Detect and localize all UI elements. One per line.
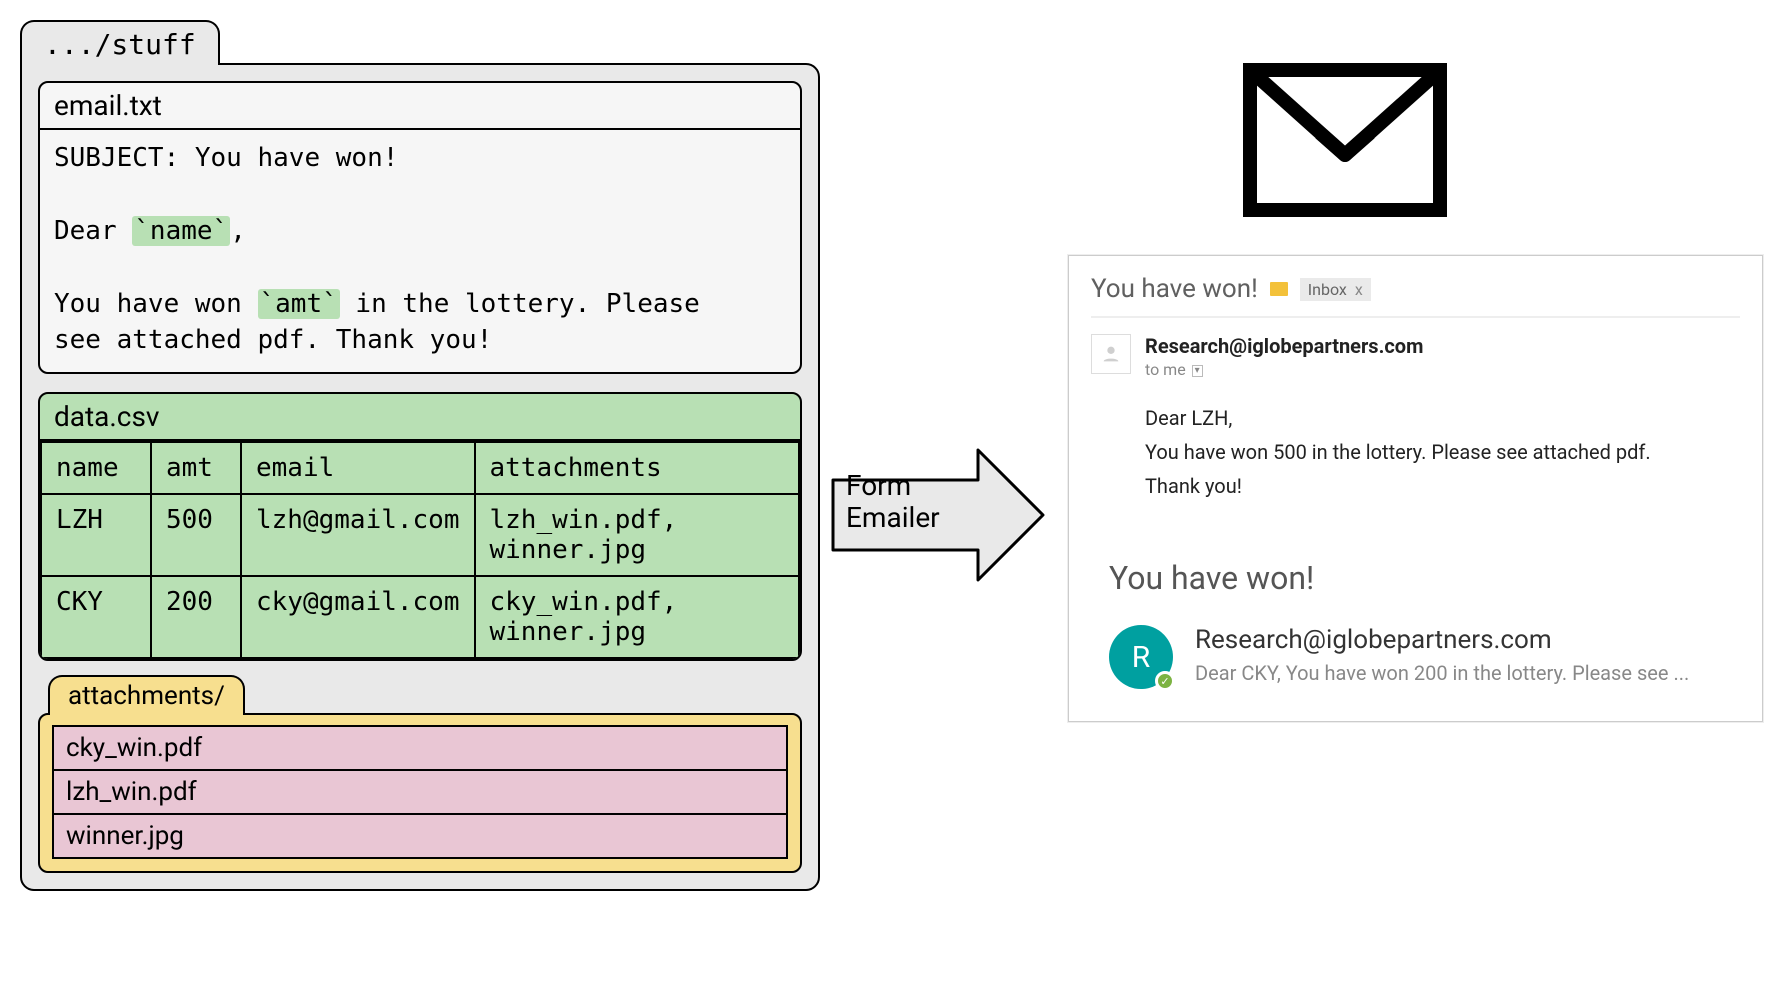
body-line: Dear LZH, [1145, 401, 1740, 435]
body-line: Thank you! [1145, 469, 1740, 503]
subfolder-tab: attachments/ [48, 675, 245, 715]
email-subject: You have won! [1091, 274, 1258, 304]
badge-text: Inbox [1308, 280, 1347, 299]
cell-name: LZH [41, 494, 151, 576]
data-csv-file: data.csv name amt email attachments LZH … [38, 392, 802, 661]
dropdown-icon[interactable]: ▾ [1192, 365, 1203, 377]
label-color-icon [1270, 282, 1288, 296]
file-contents: SUBJECT: You have won! Dear `name`, You … [40, 130, 800, 372]
col-name: name [41, 442, 151, 494]
notif-subject: You have won! [1109, 559, 1736, 597]
amt-placeholder: `amt` [258, 289, 340, 319]
file-name: email.txt [40, 83, 800, 130]
table-row: LZH 500 lzh@gmail.com lzh_win.pdf, winne… [41, 494, 799, 576]
sender-address: Research@iglobepartners.com [1145, 334, 1423, 358]
col-amt: amt [151, 442, 241, 494]
source-folder: .../stuff email.txt SUBJECT: You have wo… [20, 20, 820, 891]
attachment-file: cky_win.pdf [52, 725, 788, 771]
csv-table: name amt email attachments LZH 500 lzh@g… [40, 441, 800, 659]
subfolder-body: cky_win.pdf lzh_win.pdf winner.jpg [38, 713, 802, 873]
close-icon[interactable]: x [1355, 280, 1363, 299]
message-header: Research@iglobepartners.com to me ▾ [1091, 318, 1740, 379]
attachment-file: winner.jpg [52, 815, 788, 859]
notif-preview-text: Dear CKY, You have won 200 in the lotter… [1195, 661, 1689, 685]
avatar-placeholder-icon [1091, 334, 1131, 374]
attachment-file: lzh_win.pdf [52, 771, 788, 815]
second-message-preview: You have won! R ✓ Research@iglobepartner… [1091, 553, 1740, 695]
verified-badge-icon: ✓ [1155, 671, 1175, 691]
greeting-prefix: Dear [54, 216, 132, 246]
cell-attachments: lzh_win.pdf, winner.jpg [475, 494, 800, 576]
greeting-suffix: , [230, 216, 246, 246]
cell-name: CKY [41, 576, 151, 658]
file-name: data.csv [40, 394, 800, 441]
email-client-preview: You have won! Inbox x Research@iglobepar… [1068, 255, 1763, 722]
cell-email: lzh@gmail.com [241, 494, 475, 576]
cell-amt: 500 [151, 494, 241, 576]
message-body: Dear LZH, You have won 500 in the lotter… [1145, 401, 1740, 503]
cell-amt: 200 [151, 576, 241, 658]
attachments-subfolder: attachments/ cky_win.pdf lzh_win.pdf win… [38, 675, 802, 873]
table-row: CKY 200 cky@gmail.com cky_win.pdf, winne… [41, 576, 799, 658]
recipient-line: to me ▾ [1145, 360, 1423, 379]
flow-arrow: Form Emailer [828, 440, 1048, 594]
avatar-icon: R ✓ [1109, 625, 1173, 689]
to-text: to me [1145, 360, 1186, 379]
col-email: email [241, 442, 475, 494]
folder-body: email.txt SUBJECT: You have won! Dear `n… [20, 63, 820, 891]
arrow-label: Form Emailer [846, 470, 940, 534]
body-line: You have won 500 in the lottery. Please … [1145, 435, 1740, 469]
envelope-icon [1240, 60, 1450, 224]
notif-sender: Research@iglobepartners.com [1195, 625, 1689, 655]
subject-line: SUBJECT: You have won! [54, 143, 398, 173]
cell-email: cky@gmail.com [241, 576, 475, 658]
col-attachments: attachments [475, 442, 800, 494]
body-prefix: You have won [54, 289, 258, 319]
name-placeholder: `name` [132, 216, 230, 246]
avatar-letter: R [1132, 640, 1151, 675]
subject-row: You have won! Inbox x [1091, 274, 1740, 318]
folder-tab: .../stuff [20, 20, 220, 65]
inbox-label-badge[interactable]: Inbox x [1300, 278, 1371, 301]
cell-attachments: cky_win.pdf, winner.jpg [475, 576, 800, 658]
email-template-file: email.txt SUBJECT: You have won! Dear `n… [38, 81, 802, 374]
diagram-canvas: .../stuff email.txt SUBJECT: You have wo… [20, 20, 1765, 976]
table-header-row: name amt email attachments [41, 442, 799, 494]
